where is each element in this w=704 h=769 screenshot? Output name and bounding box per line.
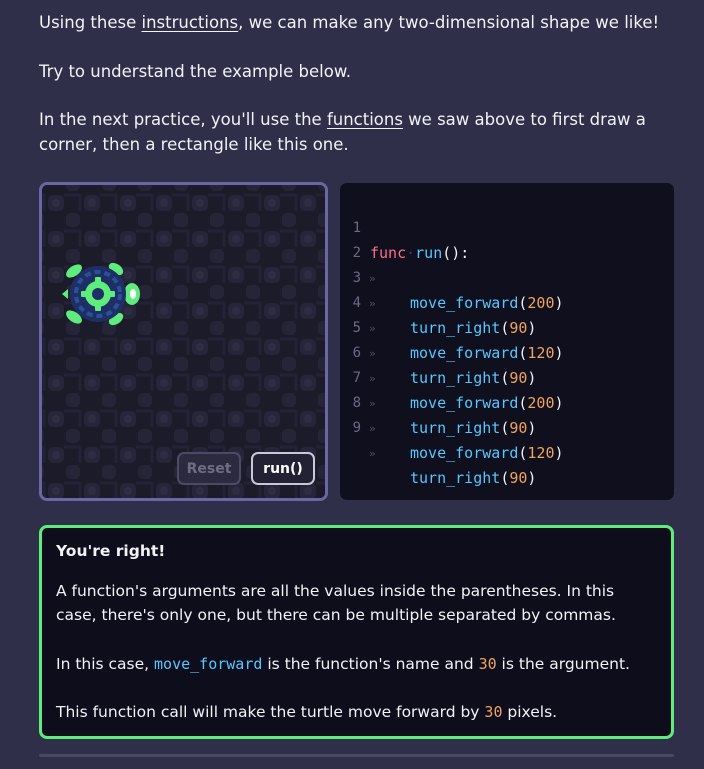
run-button[interactable]: run() — [251, 452, 315, 485]
inline-code-number: 30 — [484, 703, 503, 721]
feedback-box: You're right! A function's arguments are… — [39, 525, 674, 739]
feedback-paragraph-1: A function's arguments are all the value… — [56, 582, 616, 624]
paren: ) — [554, 394, 564, 412]
call-arg: 90 — [509, 469, 528, 487]
call-name: turn_right — [410, 469, 501, 487]
call-arg: 90 — [509, 369, 528, 387]
intro-paragraph-2: Try to understand the example below. — [39, 62, 352, 81]
paren: ) — [527, 419, 537, 437]
paren: ( — [500, 369, 510, 387]
line-number: 9 — [352, 420, 361, 436]
functions-link[interactable]: functions — [327, 110, 403, 129]
intro-text: , we can make any two-dimensional shape … — [238, 13, 660, 32]
tab-marker: » — [369, 447, 376, 460]
feedback-paragraph-3: This function call will make the turtle … — [56, 700, 656, 724]
paren: ( — [500, 419, 510, 437]
instructions-link[interactable]: instructions — [142, 13, 239, 32]
intro-paragraph-1: Using these instructions, we can make an… — [39, 11, 669, 36]
code-line: 2 » move_forward(200) — [340, 216, 564, 312]
function-name: run — [415, 244, 443, 262]
paren: ) — [527, 319, 537, 337]
call-name: turn_right — [410, 419, 501, 437]
turtle-icon — [62, 262, 140, 326]
feedback-text: In this case, — [56, 655, 155, 673]
code-line: 6 » move_forward(200) — [340, 316, 564, 412]
call-arg: 90 — [509, 419, 528, 437]
feedback-paragraph-2: In this case, move_forward is the functi… — [56, 652, 656, 676]
code-line: 4 » move_forward(120) — [340, 266, 564, 362]
inline-code-function: move_forward — [154, 655, 263, 673]
paren: ( — [500, 319, 510, 337]
call-arg: 120 — [527, 344, 555, 362]
paren: ( — [500, 469, 510, 487]
code-line: 9 » turn_right(90) — [340, 391, 537, 487]
call-name: move_forward — [410, 294, 519, 312]
call-arg: 90 — [509, 319, 528, 337]
code-line: 3 » turn_right(90) — [340, 241, 537, 337]
call-name: move_forward — [410, 394, 519, 412]
code-line: 5 » turn_right(90) — [340, 291, 537, 387]
call-name: turn_right — [410, 369, 501, 387]
feedback-title: You're right! — [56, 542, 166, 560]
intro-text: Using these — [39, 13, 142, 32]
reset-button[interactable]: Reset — [177, 452, 241, 485]
paren: ) — [554, 444, 564, 462]
inline-code-number: 30 — [478, 655, 497, 673]
feedback-text: is the argument. — [496, 655, 630, 673]
code-line: 7 » turn_right(90) — [340, 341, 537, 437]
call-arg: 200 — [527, 394, 555, 412]
feedback-text: is the function's name and — [262, 655, 479, 673]
intro-text: In the next practice, you'll use the — [39, 110, 327, 129]
call-name: move_forward — [410, 444, 519, 462]
turtle-canvas: Reset run() — [39, 182, 328, 501]
call-name: turn_right — [410, 319, 501, 337]
paren: ) — [554, 344, 564, 362]
code-editor[interactable]: 1 func·run(): 2 » move_forward(200) 3 » … — [340, 183, 674, 500]
call-arg: 200 — [527, 294, 555, 312]
intro-paragraph-3: In the next practice, you'll use the fun… — [39, 108, 669, 157]
punctuation: (): — [442, 244, 470, 262]
section-divider — [39, 754, 674, 757]
feedback-text: pixels. — [502, 703, 558, 721]
paren: ) — [527, 369, 537, 387]
paren: ) — [554, 294, 564, 312]
paren: ) — [527, 469, 537, 487]
code-line: 8 » move_forward(120) — [340, 366, 564, 462]
call-name: move_forward — [410, 344, 519, 362]
code-line: 1 func·run(): — [340, 191, 470, 262]
call-arg: 120 — [527, 444, 555, 462]
feedback-text: This function call will make the turtle … — [56, 703, 485, 721]
